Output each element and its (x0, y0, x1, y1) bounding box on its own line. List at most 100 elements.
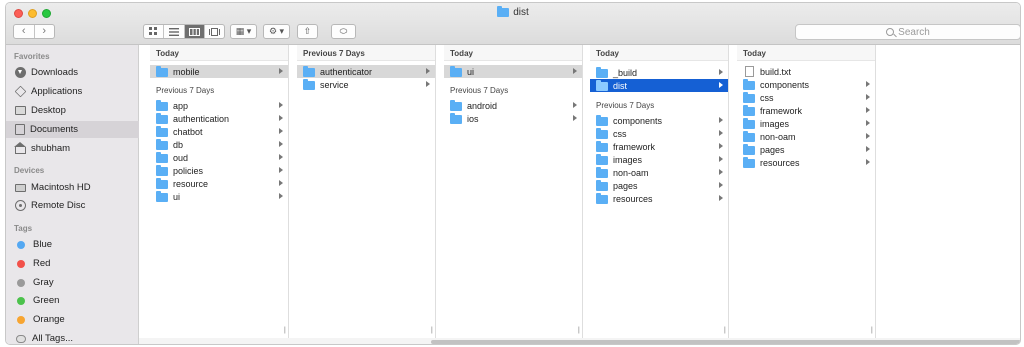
sidebar-item-downloads[interactable]: Downloads (6, 64, 139, 81)
folder-icon (596, 192, 608, 204)
item-label: android (467, 100, 498, 111)
list-item[interactable]: resources (590, 192, 728, 205)
list-item[interactable]: images (737, 117, 875, 130)
column-resize-handle[interactable]: || (870, 327, 872, 334)
list-item[interactable]: app (150, 99, 288, 112)
folder-icon (596, 153, 608, 165)
sidebar-item-macintosh-hd[interactable]: Macintosh HD (6, 179, 139, 196)
list-item[interactable]: framework (737, 104, 875, 117)
list-item[interactable]: images (590, 153, 728, 166)
title-bar: dist ‹ › ▦ ▾ ⚙ ▾ ⇧ ⬭ Search (6, 3, 1020, 45)
arrange-icon: ▦ ▾ (235, 26, 252, 36)
search-field[interactable]: Search (795, 24, 1020, 40)
list-item[interactable]: pages (737, 143, 875, 156)
list-item[interactable]: components (590, 114, 728, 127)
folder-icon (497, 6, 510, 17)
list-item[interactable]: components (737, 78, 875, 91)
column-header: Today (150, 45, 288, 61)
list-item[interactable]: framework (590, 140, 728, 153)
list-item-ui[interactable]: ui (444, 65, 582, 78)
list-item[interactable]: ios (444, 112, 582, 125)
list-item[interactable]: resources (737, 156, 875, 169)
folder-icon (596, 66, 608, 78)
window-title: dist (6, 6, 1020, 18)
list-item[interactable]: pages (590, 179, 728, 192)
sidebar-item-home[interactable]: shubham (6, 140, 139, 157)
item-label: pages (613, 180, 638, 191)
column-view-icon[interactable] (184, 25, 205, 38)
browser-column-1[interactable]: Today mobile Previous 7 Days app authent… (150, 45, 289, 338)
list-item[interactable]: policies (150, 164, 288, 177)
sidebar-item-documents[interactable]: Documents (6, 121, 139, 138)
list-item[interactable]: css (590, 127, 728, 140)
sidebar-item-desktop[interactable]: Desktop (6, 102, 139, 119)
column-resize-handle[interactable]: || (430, 327, 432, 334)
sidebar-item-label: Orange (33, 314, 65, 325)
column-header: Today (737, 45, 875, 61)
chevron-right-icon (866, 94, 870, 100)
sidebar-all-tags[interactable]: All Tags... (6, 330, 139, 344)
item-label: policies (173, 165, 204, 176)
chevron-right-icon (426, 68, 430, 74)
list-view-icon[interactable] (164, 25, 185, 38)
chevron-right-icon (719, 143, 723, 149)
forward-button[interactable]: › (35, 25, 55, 38)
icon-view-icon[interactable] (144, 25, 165, 38)
gallery-view-icon[interactable] (205, 25, 224, 38)
browser-column-5[interactable]: Today build.txt components css framework… (737, 45, 876, 338)
sidebar-tag-orange[interactable]: Orange (6, 311, 139, 328)
chevron-right-icon (279, 180, 283, 186)
column-subheader: Previous 7 Days (156, 86, 215, 95)
folder-icon (450, 112, 462, 124)
sidebar: Favorites Downloads Applications Desktop… (6, 45, 139, 344)
arrange-menu-button[interactable]: ▦ ▾ (230, 24, 257, 39)
sidebar-item-label: Remote Disc (31, 200, 86, 211)
action-menu-button[interactable]: ⚙ ▾ (263, 24, 290, 39)
chevron-right-icon (719, 82, 723, 88)
share-button[interactable]: ⇧ (297, 24, 318, 39)
list-item[interactable]: authentication (150, 112, 288, 125)
sidebar-tag-red[interactable]: Red (6, 255, 139, 272)
list-item[interactable]: _build (590, 66, 728, 79)
column-subheader: Previous 7 Days (596, 101, 655, 110)
list-item[interactable]: android (444, 99, 582, 112)
sidebar-tag-green[interactable]: Green (6, 292, 139, 309)
list-item-dist[interactable]: dist (590, 79, 728, 92)
chevron-right-icon (279, 167, 283, 173)
list-item[interactable]: non-oam (737, 130, 875, 143)
sidebar-header-devices: Devices (14, 166, 45, 175)
edit-tags-button[interactable]: ⬭ (331, 24, 356, 39)
list-item[interactable]: non-oam (590, 166, 728, 179)
sidebar-item-applications[interactable]: Applications (6, 83, 139, 100)
item-label: authenticator (320, 66, 373, 77)
chevron-right-icon (866, 107, 870, 113)
list-item[interactable]: resource (150, 177, 288, 190)
sidebar-item-label: Blue (33, 239, 53, 250)
list-item[interactable]: db (150, 138, 288, 151)
list-item-build-txt[interactable]: build.txt (737, 65, 875, 78)
tag-color-dot (17, 296, 25, 305)
column-resize-handle[interactable]: || (577, 327, 579, 334)
sidebar-tag-blue[interactable]: Blue (6, 236, 139, 253)
chevron-right-icon (866, 159, 870, 165)
item-label: oud (173, 152, 189, 163)
list-item[interactable]: ui (150, 190, 288, 203)
list-item[interactable]: oud (150, 151, 288, 164)
browser-column-2[interactable]: Previous 7 Days authenticator service || (297, 45, 436, 338)
sidebar-tag-gray[interactable]: Gray (6, 274, 139, 291)
browser-column-4[interactable]: Today _build dist Previous 7 Days compon… (590, 45, 729, 338)
sidebar-item-remote-disc[interactable]: Remote Disc (6, 197, 139, 214)
chevron-right-icon (279, 115, 283, 121)
column-resize-handle[interactable]: || (723, 327, 725, 334)
list-item[interactable]: service (297, 78, 435, 91)
list-item[interactable]: css (737, 91, 875, 104)
sidebar-item-label: Desktop (31, 105, 66, 116)
column-resize-handle[interactable]: || (283, 327, 285, 334)
list-item-mobile[interactable]: mobile (150, 65, 288, 78)
list-item[interactable]: chatbot (150, 125, 288, 138)
list-item-authenticator[interactable]: authenticator (297, 65, 435, 78)
horizontal-scrollbar[interactable] (431, 340, 1020, 344)
browser-column-3[interactable]: Today ui Previous 7 Days android ios || (444, 45, 583, 338)
chevron-right-icon (279, 68, 283, 74)
back-button[interactable]: ‹ (14, 25, 35, 38)
